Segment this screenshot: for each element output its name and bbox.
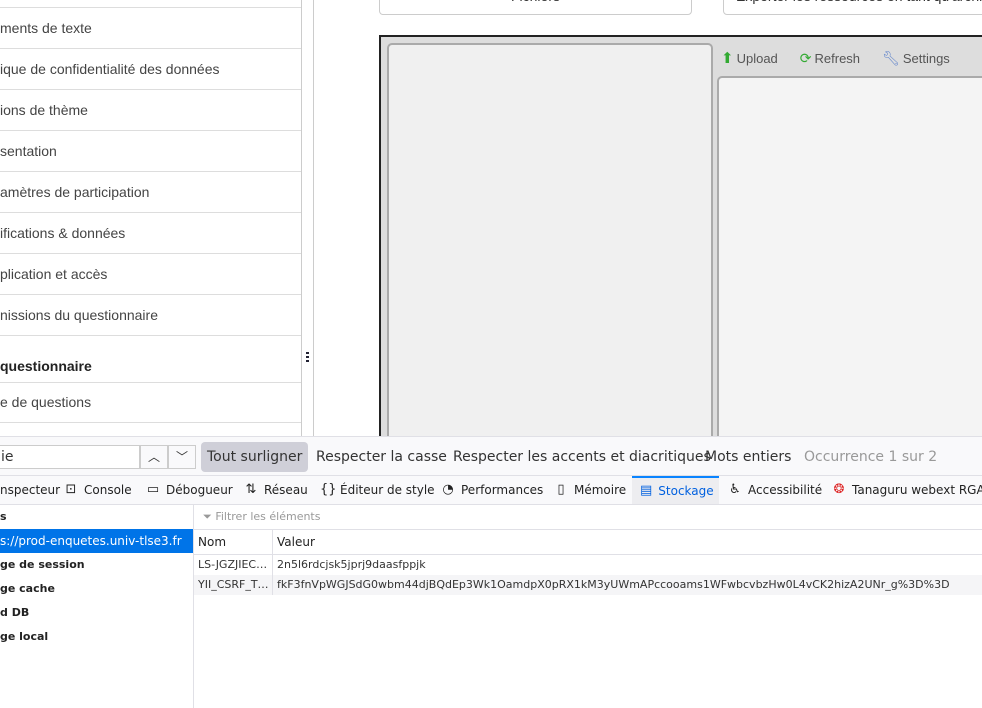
tab-label: Accessibilité <box>748 483 823 497</box>
refresh-label: Refresh <box>814 50 861 66</box>
highlight-all-toggle[interactable]: Tout surligner <box>201 442 309 472</box>
storage-tree: s s://prod-enquetes.univ-tlse3.fr ge de … <box>0 505 194 708</box>
tab-label: Tanaguru webext RGAA <box>852 483 982 497</box>
grip-icon <box>306 352 309 362</box>
settings-sidebar: ments de texte ique de confidentialité d… <box>0 0 302 436</box>
tab-style-editor[interactable]: {} Éditeur de style <box>312 476 443 504</box>
filter-icon: ⏷ <box>203 510 212 523</box>
cell-value: 2n5l6rdcjsk5jprj9daasfppjk <box>277 558 426 571</box>
upload-label: Upload <box>736 50 778 66</box>
chip-icon: ▯ <box>557 482 565 497</box>
tree-item-origin[interactable]: s://prod-enquetes.univ-tlse3.fr <box>0 529 193 553</box>
folder-tree-pane <box>387 43 713 443</box>
whole-words-toggle[interactable]: Mots entiers <box>699 442 797 472</box>
find-previous-button[interactable]: ︿ <box>140 445 168 469</box>
sidebar-item[interactable]: ments de texte <box>0 8 301 49</box>
upload-button[interactable]: ⬆ Upload <box>721 49 778 67</box>
tab-tanaguru[interactable]: ❂ Tanaguru webext RGAA <box>824 476 982 504</box>
tree-item[interactable]: ge de session <box>0 553 193 577</box>
tab-label: Éditeur de style <box>340 483 435 497</box>
cell-name: YII_CSRF_T… <box>194 575 273 595</box>
table-header: Nom Valeur <box>194 530 982 555</box>
cell-value: fkF3fnVpWGJSdG0wbm44djBQdEp3Wk1OamdpX0pR… <box>277 578 950 591</box>
upload-arrow-icon: ⬆ <box>721 50 734 67</box>
tab-accessibility[interactable]: ♿︎ Accessibilité <box>720 476 830 504</box>
tab-network[interactable]: ⇅ Réseau <box>236 476 316 504</box>
tab-label: Mémoire <box>574 483 627 497</box>
match-case-toggle[interactable]: Respecter la casse <box>310 442 453 472</box>
tab-label: nspecteur <box>0 483 61 497</box>
export-archive-button[interactable]: Exporter les ressources en tant qu'archi… <box>723 0 982 15</box>
sidebar-resize-handle[interactable] <box>302 0 314 436</box>
table-row[interactable]: LS-JGZJIEC… 2n5l6rdcjsk5jprj9daasfppjk <box>194 555 982 575</box>
sidebar-section-header: questionnaire <box>0 336 301 383</box>
storage-icon: ▤ <box>640 483 653 498</box>
settings-label: Settings <box>902 50 950 66</box>
column-value[interactable]: Valeur <box>273 530 315 554</box>
filter-input[interactable]: ⏷ Filtrer les éléments <box>194 505 982 530</box>
sidebar-item[interactable]: ifications & données <box>0 213 301 254</box>
table-row[interactable]: YII_CSRF_T… fkF3fnVpWGJSdG0wbm44djBQdEp3W… <box>194 575 982 595</box>
gauge-icon: ◔ <box>442 482 454 497</box>
refresh-icon: ⟳ <box>799 49 812 66</box>
tree-item[interactable]: ge local <box>0 625 193 649</box>
debugger-icon: ▭ <box>146 482 160 497</box>
tanaguru-icon: ❂ <box>833 482 845 497</box>
wrench-icon: 🔧︎ <box>882 49 900 66</box>
console-icon: ⊡ <box>65 482 77 497</box>
sidebar-item[interactable]: ique de confidentialité des données <box>0 49 301 90</box>
sidebar-item[interactable]: nissions du questionnaire <box>0 295 301 336</box>
sidebar-item[interactable]: ions de thème <box>0 90 301 131</box>
file-list-pane <box>717 76 982 446</box>
sidebar-item[interactable] <box>0 0 301 8</box>
file-manager-toolbar: ⬆ Upload ⟳ Refresh 🔧︎ Settings <box>721 45 950 71</box>
tab-performance[interactable]: ◔ Performances <box>433 476 551 504</box>
filter-placeholder: Filtrer les éléments <box>215 510 321 523</box>
tab-console[interactable]: ⊡ Console <box>56 476 140 504</box>
tab-memory[interactable]: ▯ Mémoire <box>546 476 634 504</box>
sidebar-item[interactable]: e de questions <box>0 382 301 423</box>
tab-label: Débogueur <box>166 483 233 497</box>
tree-item[interactable]: s <box>0 505 193 529</box>
tree-item[interactable]: d DB <box>0 601 193 625</box>
network-icon: ⇅ <box>245 482 257 497</box>
files-button[interactable]: Fichiers <box>379 0 692 15</box>
tab-storage[interactable]: ▤ Stockage <box>632 476 719 504</box>
find-bar: ︿ ﹀ Tout surligner Respecter la casse Re… <box>0 436 982 476</box>
find-next-button[interactable]: ﹀ <box>168 445 196 469</box>
storage-table: ⏷ Filtrer les éléments Nom Valeur LS-JGZ… <box>194 505 982 708</box>
devtools-tabs: nspecteur ⊡ Console ▭ Débogueur ⇅ Réseau {}… <box>0 476 982 505</box>
settings-button[interactable]: 🔧︎ Settings <box>882 50 950 67</box>
tab-label: Performances <box>461 483 544 497</box>
sidebar-item[interactable]: plication et accès <box>0 254 301 295</box>
column-name[interactable]: Nom <box>194 530 273 554</box>
find-status: Occurrence 1 sur 2 <box>804 449 938 465</box>
find-input[interactable] <box>0 445 140 469</box>
tab-label: Console <box>84 483 132 497</box>
sidebar-item[interactable]: sentation <box>0 131 301 172</box>
file-manager-frame: ⬆ Upload ⟳ Refresh 🔧︎ Settings <box>379 35 982 446</box>
tab-label: Réseau <box>264 483 308 497</box>
cell-name: LS-JGZJIEC… <box>194 555 273 575</box>
refresh-button[interactable]: ⟳ Refresh <box>800 50 860 67</box>
match-diacritics-toggle[interactable]: Respecter les accents et diacritiques <box>447 442 717 472</box>
tree-item[interactable]: ge cache <box>0 577 193 601</box>
tab-debugger[interactable]: ▭ Débogueur <box>138 476 241 504</box>
sidebar-item[interactable]: amètres de participation <box>0 172 301 213</box>
accessibility-icon: ♿︎ <box>729 482 741 497</box>
tab-label: Stockage <box>658 484 714 498</box>
braces-icon: {} <box>320 482 337 497</box>
